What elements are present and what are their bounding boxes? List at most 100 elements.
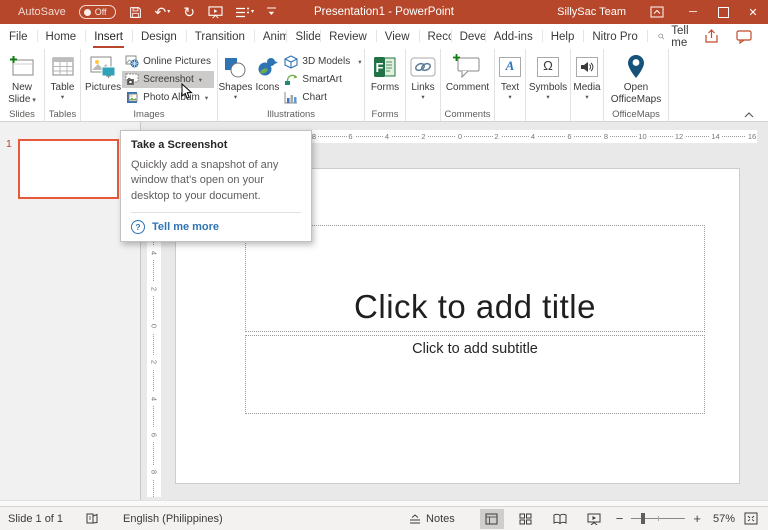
media-button[interactable]: Media bbox=[572, 49, 601, 108]
tab-transition[interactable]: Transition bbox=[186, 24, 254, 49]
open-officemaps-button[interactable]: Open OfficeMaps bbox=[606, 49, 666, 108]
collapse-ribbon-icon[interactable] bbox=[744, 112, 754, 118]
tab-file[interactable]: File bbox=[0, 24, 37, 49]
tab-animation[interactable]: Animation bbox=[254, 24, 287, 49]
maximize-button[interactable] bbox=[708, 0, 738, 24]
undo-icon[interactable]: ↶▾ bbox=[155, 5, 171, 19]
tab-nitro-pro[interactable]: Nitro Pro bbox=[583, 24, 646, 49]
group-label-images: Images bbox=[83, 108, 215, 121]
fit-slide-to-window-button[interactable] bbox=[744, 512, 758, 525]
minimize-button[interactable]: ─ bbox=[678, 0, 708, 24]
symbols-button[interactable]: Ω Symbols bbox=[528, 49, 568, 108]
save-icon[interactable] bbox=[129, 6, 142, 19]
normal-view-button[interactable] bbox=[480, 509, 504, 529]
slide-show-view-button[interactable] bbox=[582, 509, 606, 529]
ruler-number: 0 bbox=[150, 319, 159, 333]
tab-slide-show[interactable]: Slide Show bbox=[286, 24, 320, 49]
mouse-cursor bbox=[181, 83, 193, 100]
close-button[interactable]: ✕ bbox=[738, 0, 768, 24]
autosave-state: Off bbox=[95, 7, 107, 17]
symbols-icon: Ω bbox=[537, 57, 559, 77]
chart-button[interactable]: Chart bbox=[281, 89, 364, 106]
group-media: Media bbox=[571, 49, 604, 121]
share-icon[interactable] bbox=[704, 29, 720, 44]
notes-toggle[interactable]: Notes bbox=[409, 513, 455, 525]
screenshot-icon bbox=[125, 73, 139, 86]
tab-insert[interactable]: Insert bbox=[85, 24, 132, 49]
photo-album-icon bbox=[125, 91, 139, 104]
autosave-label: AutoSave bbox=[18, 6, 66, 18]
tab-add-ins[interactable]: Add-ins bbox=[485, 24, 542, 49]
tab-home[interactable]: Home bbox=[37, 24, 86, 49]
list-caret-icon: ▾ bbox=[251, 9, 254, 15]
redo-icon[interactable]: ↻ bbox=[183, 5, 195, 19]
slide-sorter-view-button[interactable] bbox=[514, 509, 538, 529]
tab-recording[interactable]: Recording bbox=[419, 24, 451, 49]
slide-sorter-icon bbox=[519, 513, 532, 525]
notes-label: Notes bbox=[426, 513, 455, 525]
screenshot-button[interactable]: Screenshot bbox=[122, 71, 214, 88]
ruler-number: 6 bbox=[565, 130, 573, 143]
group-label-tables: Tables bbox=[47, 108, 78, 121]
group-label-links bbox=[408, 108, 438, 121]
3d-models-button[interactable]: 3D Models ▾ bbox=[281, 53, 364, 70]
tell-me-box[interactable]: Tell me bbox=[647, 24, 704, 49]
icons-button[interactable]: Icons bbox=[253, 49, 281, 108]
subtitle-placeholder-text: Click to add subtitle bbox=[412, 341, 538, 357]
reading-view-button[interactable] bbox=[548, 509, 572, 529]
tab-help[interactable]: Help bbox=[542, 24, 584, 49]
tab-design[interactable]: Design bbox=[132, 24, 186, 49]
slide-info[interactable]: Slide 1 of 1 bbox=[8, 513, 63, 525]
zoom-slider-thumb[interactable] bbox=[641, 513, 645, 524]
group-links: Links bbox=[406, 49, 441, 121]
slide-show-icon bbox=[587, 513, 601, 525]
spell-check-icon[interactable] bbox=[85, 512, 99, 525]
ruler-number: 14 bbox=[709, 130, 721, 143]
comment-button[interactable]: Comment bbox=[445, 49, 490, 108]
shapes-button[interactable]: Shapes bbox=[218, 49, 254, 108]
slide-thumbnail[interactable] bbox=[18, 139, 119, 199]
language-indicator[interactable]: English (Philippines) bbox=[123, 513, 223, 525]
media-icon bbox=[576, 57, 598, 77]
notes-icon bbox=[409, 514, 421, 524]
ruler-number: 2 bbox=[150, 355, 159, 369]
ribbon-display-options-icon[interactable] bbox=[650, 6, 664, 18]
tab-developer[interactable]: Developer bbox=[451, 24, 485, 49]
bullet-list-icon[interactable]: ▾ bbox=[236, 7, 254, 18]
3d-models-icon bbox=[284, 55, 298, 69]
title-bar: AutoSave Off ↶▾ ↻ ▾ Presentation1 - Powe… bbox=[0, 0, 768, 24]
customize-qat-icon[interactable] bbox=[267, 7, 276, 17]
new-slide-icon bbox=[9, 53, 35, 80]
account-name[interactable]: SillySac Team bbox=[557, 6, 626, 18]
photo-album-button[interactable]: Photo Album bbox=[122, 89, 214, 106]
group-comments: Comment Comments bbox=[441, 49, 495, 121]
table-button[interactable]: Table bbox=[50, 49, 76, 108]
smartart-button[interactable]: SmartArt bbox=[281, 71, 364, 88]
group-label-officemaps: OfficeMaps bbox=[606, 108, 666, 121]
tell-me-more-link[interactable]: ? Tell me more bbox=[131, 220, 301, 234]
title-placeholder[interactable]: Click to add title bbox=[245, 225, 705, 332]
ruler-number: 0 bbox=[456, 130, 464, 143]
new-slide-button[interactable]: New Slide bbox=[2, 49, 42, 108]
subtitle-placeholder[interactable]: Click to add subtitle bbox=[245, 335, 705, 414]
autosave-toggle[interactable]: Off bbox=[79, 5, 116, 19]
group-images: Pictures Online Pictures Screenshot Phot… bbox=[81, 49, 218, 121]
forms-button[interactable]: F Forms bbox=[370, 49, 400, 108]
start-slideshow-icon[interactable] bbox=[208, 6, 223, 19]
chart-icon bbox=[284, 91, 298, 104]
tab-view[interactable]: View bbox=[376, 24, 419, 49]
ruler-number: 2 bbox=[492, 130, 500, 143]
zoom-slider[interactable] bbox=[631, 518, 685, 519]
text-button[interactable]: A Text bbox=[498, 49, 522, 108]
zoom-level[interactable]: 57% bbox=[713, 513, 735, 525]
links-button[interactable]: Links bbox=[409, 49, 437, 108]
photo-album-caret-icon bbox=[204, 92, 208, 103]
zoom-out-button[interactable]: − bbox=[611, 511, 629, 526]
pictures-button[interactable]: Pictures bbox=[84, 49, 122, 108]
tell-me-label: Tell me bbox=[671, 25, 693, 49]
tab-review[interactable]: Review bbox=[320, 24, 376, 49]
zoom-in-button[interactable]: + bbox=[688, 511, 706, 526]
comments-icon[interactable] bbox=[736, 30, 752, 44]
shapes-icon bbox=[222, 53, 248, 80]
online-pictures-button[interactable]: Online Pictures bbox=[122, 53, 214, 70]
